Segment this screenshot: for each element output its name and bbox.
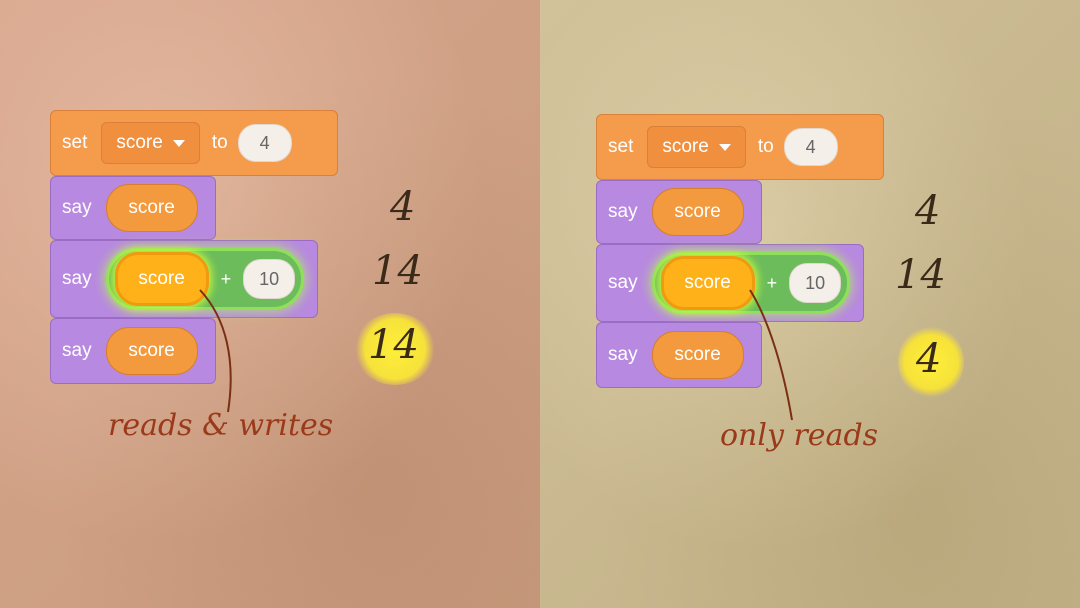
annotation-note: reads & writes [108, 408, 334, 443]
arrow-line [199, 289, 232, 413]
left-panel: set score to 4 say score say score + 10 … [0, 0, 540, 608]
arrow-line [749, 289, 793, 421]
annotation-note: only reads [720, 418, 879, 453]
right-panel: set score to 4 say score say score + 10 … [540, 0, 1080, 608]
